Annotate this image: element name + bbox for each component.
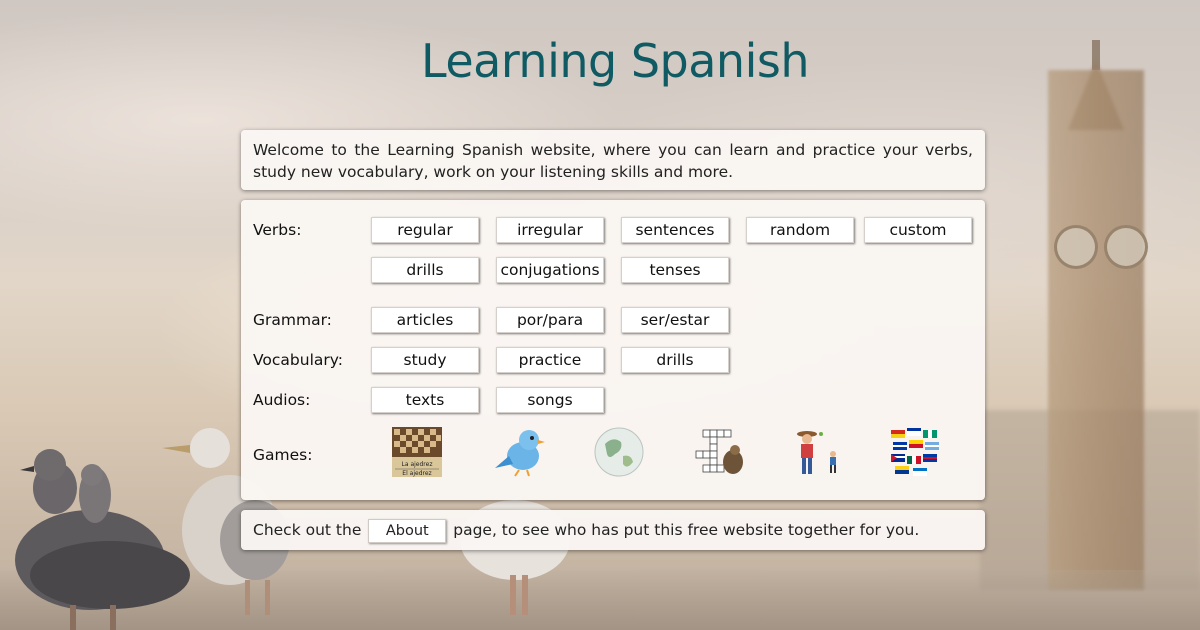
welcome-card: Welcome to the Learning Spanish website,… (241, 130, 985, 190)
bird-game-icon[interactable] (493, 426, 549, 478)
verbs-custom-button[interactable]: custom (864, 217, 972, 243)
globe-game-icon[interactable] (593, 426, 649, 478)
verbs-conjugations-button[interactable]: conjugations (496, 257, 604, 283)
audios-songs-button[interactable]: songs (496, 387, 604, 413)
chess-caption-1: La ajedrez (402, 461, 433, 468)
grammar-label: Grammar: (253, 311, 332, 329)
verbs-sentences-button[interactable]: sentences (621, 217, 729, 243)
games-label: Games: (253, 446, 313, 464)
verbs-label: Verbs: (253, 221, 302, 239)
menu-card: Verbs: regular irregular sentences rando… (241, 200, 985, 500)
clock-face-icon (1054, 225, 1098, 269)
clock-face-icon (1104, 225, 1148, 269)
grammar-por-para-button[interactable]: por/para (496, 307, 604, 333)
background-clock-tower (1048, 70, 1144, 590)
hangman-game-icon[interactable] (789, 426, 845, 478)
footer-card: Check out the About page, to see who has… (241, 510, 985, 550)
grammar-ser-estar-button[interactable]: ser/estar (621, 307, 729, 333)
vocabulary-drills-button[interactable]: drills (621, 347, 729, 373)
audios-texts-button[interactable]: texts (371, 387, 479, 413)
vocabulary-label: Vocabulary: (253, 351, 344, 369)
verbs-regular-button[interactable]: regular (371, 217, 479, 243)
verbs-tenses-button[interactable]: tenses (621, 257, 729, 283)
about-button[interactable]: About (368, 518, 447, 543)
flags-game-icon[interactable] (889, 426, 945, 478)
vocabulary-study-button[interactable]: study (371, 347, 479, 373)
page-title: Learning Spanish (421, 34, 809, 88)
audios-label: Audios: (253, 391, 311, 409)
footer-text-after: page, to see who has put this free websi… (453, 521, 920, 539)
verbs-irregular-button[interactable]: irregular (496, 217, 604, 243)
crossword-game-icon[interactable] (691, 426, 747, 478)
verbs-random-button[interactable]: random (746, 217, 854, 243)
footer-text-before: Check out the (253, 521, 362, 539)
welcome-text: Welcome to the Learning Spanish website,… (253, 141, 973, 181)
grammar-articles-button[interactable]: articles (371, 307, 479, 333)
chess-game-icon[interactable]: La ajedrez El ajedrez (391, 426, 447, 478)
vocabulary-practice-button[interactable]: practice (496, 347, 604, 373)
chess-caption-2: El ajedrez (402, 470, 431, 477)
verbs-drills-button[interactable]: drills (371, 257, 479, 283)
